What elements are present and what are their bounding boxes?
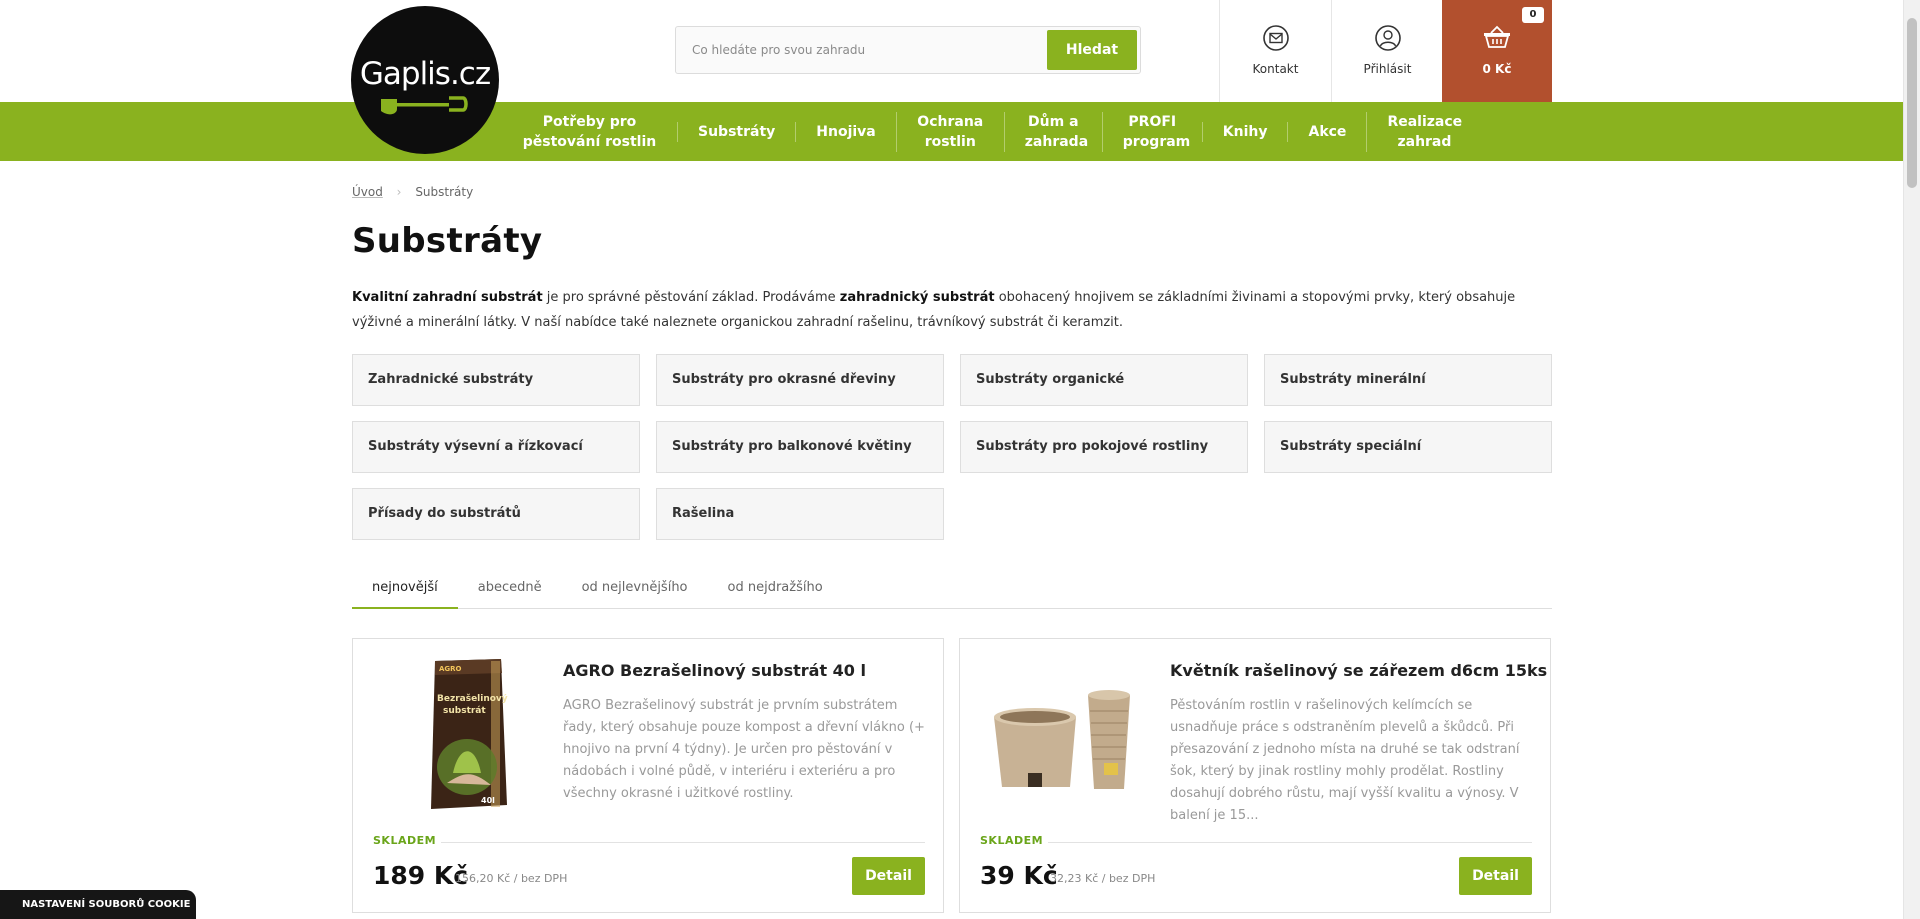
detail-button[interactable]: Detail <box>852 857 925 895</box>
nav-item-knihy[interactable]: Knihy <box>1201 121 1288 142</box>
category-mineralni[interactable]: Substráty minerální <box>1264 354 1552 406</box>
product-image[interactable] <box>980 655 1150 825</box>
bag-line2-text: substrát <box>443 706 486 716</box>
divider <box>1048 842 1532 843</box>
main-nav: Potřeby pro pěstování rostlin Substráty … <box>0 102 1903 161</box>
site-logo[interactable]: Gaplis.cz <box>351 6 499 154</box>
stock-status: SKLADEM <box>980 834 1044 847</box>
bag-brand-text: AGRO <box>439 665 462 673</box>
product-description: AGRO Bezrašelinový substrát je prvním su… <box>563 698 925 801</box>
cookie-settings-button[interactable]: NASTAVENÍ SOUBORŮ COOKIE <box>0 890 196 919</box>
nav-item-substraty[interactable]: Substráty <box>677 121 795 142</box>
product-title[interactable]: AGRO Bezrašelinový substrát 40 l <box>563 661 866 680</box>
breadcrumb-home[interactable]: Úvod <box>352 185 383 199</box>
cart-count-badge: 0 <box>1522 7 1544 23</box>
nav-item-potreby[interactable]: Potřeby pro pěstování rostlin <box>502 112 677 152</box>
category-prisady[interactable]: Přísady do substrátů <box>352 488 640 540</box>
product-card[interactable]: Květník rašelinový se zářezem d6cm 15ks … <box>959 638 1551 913</box>
search-button[interactable]: Hledat <box>1047 30 1137 70</box>
product-title[interactable]: Květník rašelinový se zářezem d6cm 15ks <box>1170 661 1547 680</box>
shovel-icon <box>381 96 468 115</box>
contact-link[interactable]: Kontakt <box>1219 0 1331 102</box>
chevron-right-icon: › <box>396 185 402 199</box>
product-description: Pěstováním rostlin v rašelinových kelímc… <box>1170 698 1520 823</box>
user-icon <box>1375 25 1401 51</box>
scrollbar-thumb[interactable] <box>1907 18 1917 188</box>
category-pokojove[interactable]: Substráty pro pokojové rostliny <box>960 421 1248 473</box>
logo-text: Gaplis.cz <box>359 56 491 92</box>
search-box: Hledat <box>675 26 1141 74</box>
divider <box>441 842 925 843</box>
bag-volume-text: 40l <box>481 796 495 805</box>
breadcrumb-current: Substráty <box>415 185 474 199</box>
mail-icon <box>1263 25 1289 51</box>
detail-button[interactable]: Detail <box>1459 857 1532 895</box>
tab-newest[interactable]: nejnovější <box>352 572 458 609</box>
intro-bold-2: zahradnický substrát <box>839 290 995 305</box>
product-image[interactable]: AGRO Bezrašelinový substrát 40l <box>373 655 543 825</box>
contact-label: Kontakt <box>1252 62 1299 76</box>
category-grid: Zahradnické substráty Substráty pro okra… <box>352 354 1552 540</box>
cart-total: 0 Kč <box>1482 62 1512 76</box>
nav-item-dum-zahrada[interactable]: Dům a zahrada <box>1003 111 1102 152</box>
login-link[interactable]: Přihlásit <box>1331 0 1443 102</box>
site-header: Hledat Kontakt Přihlásit 0 Kč 0 <box>0 0 1903 102</box>
nav-item-ochrana[interactable]: Ochrana rostlin <box>895 111 1004 152</box>
bag-line1-text: Bezrašelinový <box>437 693 508 704</box>
stock-status: SKLADEM <box>373 834 437 847</box>
intro-text-1: je pro správné pěstování základ. Prodává… <box>542 290 840 305</box>
category-okrasne-dreviny[interactable]: Substráty pro okrasné dřeviny <box>656 354 944 406</box>
product-price-vat: 156,20 Kč / bez DPH <box>455 872 568 885</box>
product-price: 39 Kč <box>980 861 1058 890</box>
nav-item-profi[interactable]: PROFI program <box>1101 111 1202 152</box>
category-vysevni[interactable]: Substráty výsevní a řízkovací <box>352 421 640 473</box>
page-scrollbar[interactable] <box>1903 0 1920 919</box>
page-title: Substráty <box>352 221 543 261</box>
nav-item-realizace[interactable]: Realizace zahrad <box>1366 111 1481 152</box>
tab-most-expensive[interactable]: od nejdražšího <box>708 572 843 609</box>
sort-tabs: nejnovější abecedně od nejlevnějšího od … <box>352 572 1552 609</box>
tab-alphabetical[interactable]: abecedně <box>458 572 562 609</box>
product-price: 189 Kč <box>373 861 469 890</box>
search-input[interactable] <box>676 27 1046 73</box>
intro-text: Kvalitní zahradní substrát je pro správn… <box>352 285 1552 335</box>
category-raselina[interactable]: Rašelina <box>656 488 944 540</box>
category-specialni[interactable]: Substráty speciální <box>1264 421 1552 473</box>
nav-item-akce[interactable]: Akce <box>1287 121 1366 142</box>
tab-cheapest[interactable]: od nejlevnějšího <box>562 572 708 609</box>
basket-icon <box>1484 25 1510 48</box>
category-balkonove[interactable]: Substráty pro balkonové květiny <box>656 421 944 473</box>
login-label: Přihlásit <box>1363 62 1412 76</box>
breadcrumb: Úvod › Substráty <box>352 185 473 199</box>
category-zahradnicke[interactable]: Zahradnické substráty <box>352 354 640 406</box>
product-price-vat: 32,23 Kč / bez DPH <box>1050 872 1156 885</box>
product-card[interactable]: AGRO Bezrašelinový substrát 40l AGRO Bez… <box>352 638 944 913</box>
intro-bold-1: Kvalitní zahradní substrát <box>352 290 543 305</box>
nav-item-hnojiva[interactable]: Hnojiva <box>795 121 895 142</box>
category-organicke[interactable]: Substráty organické <box>960 354 1248 406</box>
